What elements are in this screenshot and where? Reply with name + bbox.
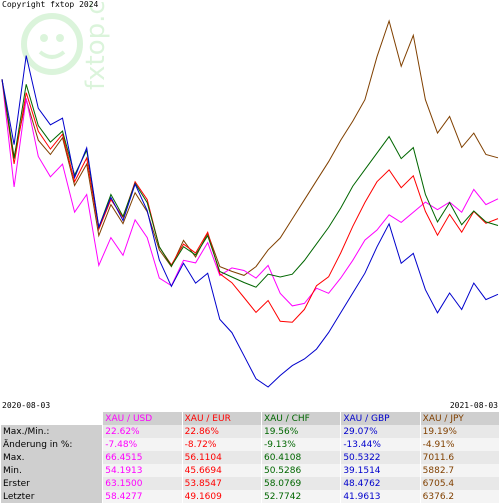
- x-axis-start-date: 2020-08-03: [2, 401, 51, 410]
- cell-xau-jpy: 19.19%: [419, 425, 499, 438]
- header-xau-gbp: XAU / GBP: [340, 412, 421, 425]
- cell-xau-chf: -9.13%: [260, 438, 341, 451]
- table-corner-cell: [1, 412, 103, 425]
- table-row-last: Letzter 58.4277 49.1609 52.7742 41.9613 …: [1, 490, 499, 503]
- series-line-xau-usd: [1, 79, 499, 307]
- row-label: Änderung in %:: [1, 438, 103, 451]
- cell-xau-gbp: 29.07%: [340, 425, 421, 438]
- chart-area: fxtop.com: [1, 0, 499, 388]
- statistics-table: XAU / USD XAU / EUR XAU / CHF XAU / GBP …: [1, 412, 499, 503]
- cell-xau-gbp: 50.5322: [340, 451, 421, 464]
- cell-xau-eur: 56.1104: [181, 451, 262, 464]
- table-row-change: Änderung in %: -7.48% -8.72% -9.13% -13.…: [1, 438, 499, 451]
- cell-xau-gbp: 39.1514: [340, 464, 421, 477]
- table-row-maxmin: Max./Min.: 22.62% 22.86% 19.56% 29.07% 1…: [1, 425, 499, 438]
- table-row-first: Erster 63.1500 53.8547 58.0769 48.4762 6…: [1, 477, 499, 490]
- cell-xau-eur: 22.86%: [181, 425, 262, 438]
- cell-xau-chf: 50.5286: [260, 464, 341, 477]
- cell-xau-usd: 66.4515: [102, 451, 183, 464]
- row-label: Max.: [1, 451, 103, 464]
- cell-xau-gbp: -13.44%: [340, 438, 421, 451]
- table-header-row: XAU / USD XAU / EUR XAU / CHF XAU / GBP …: [1, 412, 499, 425]
- cell-xau-usd: 22.62%: [102, 425, 183, 438]
- cell-xau-usd: 63.1500: [102, 477, 183, 490]
- cell-xau-usd: 58.4277: [102, 490, 183, 503]
- cell-xau-chf: 52.7742: [260, 490, 341, 503]
- copyright-label: Copyright fxtop 2024: [2, 0, 99, 9]
- cell-xau-gbp: 48.4762: [340, 477, 421, 490]
- header-xau-chf: XAU / CHF: [260, 412, 341, 425]
- table-row-max: Max. 66.4515 56.1104 60.4108 50.5322 701…: [1, 451, 499, 464]
- cell-xau-eur: 53.8547: [181, 477, 262, 490]
- cell-xau-jpy: -4.91%: [419, 438, 499, 451]
- cell-xau-chf: 60.4108: [260, 451, 341, 464]
- cell-xau-chf: 58.0769: [260, 477, 341, 490]
- row-label: Max./Min.:: [1, 425, 103, 438]
- cell-xau-usd: 54.1913: [102, 464, 183, 477]
- cell-xau-eur: -8.72%: [181, 438, 262, 451]
- cell-xau-usd: -7.48%: [102, 438, 183, 451]
- header-xau-usd: XAU / USD: [102, 412, 183, 425]
- row-label: Min.: [1, 464, 103, 477]
- row-label: Letzter: [1, 490, 103, 503]
- x-axis-end-date: 2021-08-03: [449, 401, 498, 410]
- cell-xau-eur: 49.1609: [181, 490, 262, 503]
- cell-xau-jpy: 5882.7: [419, 464, 499, 477]
- cell-xau-chf: 19.56%: [260, 425, 341, 438]
- cell-xau-jpy: 6376.2: [419, 490, 499, 503]
- row-label: Erster: [1, 477, 103, 490]
- header-xau-eur: XAU / EUR: [181, 412, 262, 425]
- table-row-min: Min. 54.1913 45.6694 50.5286 39.1514 588…: [1, 464, 499, 477]
- watermark-text: fxtop.com: [81, 0, 111, 90]
- cell-xau-jpy: 7011.6: [419, 451, 499, 464]
- header-xau-jpy: XAU / JPY: [419, 412, 499, 425]
- cell-xau-eur: 45.6694: [181, 464, 262, 477]
- cell-xau-gbp: 41.9613: [340, 490, 421, 503]
- series-line-xau-gbp: [1, 55, 499, 388]
- cell-xau-jpy: 6705.4: [419, 477, 499, 490]
- fxtop-watermark: fxtop.com: [21, 0, 111, 90]
